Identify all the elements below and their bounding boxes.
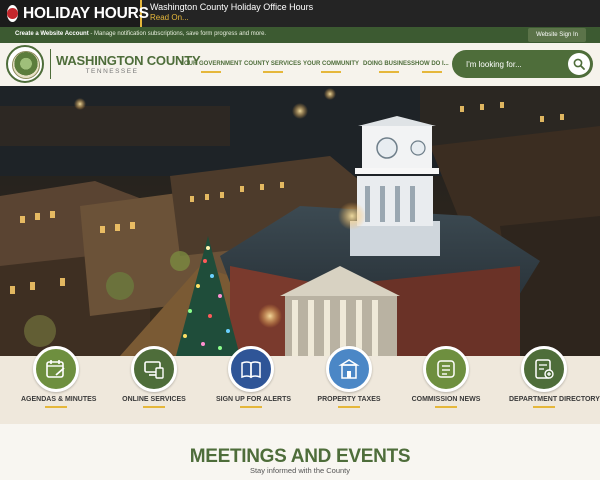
alert-heading[interactable]: HOLIDAY HOURS [0,0,149,27]
quick-link-underline [533,406,555,408]
online-services-icon [131,346,177,392]
hero-image [0,86,600,356]
search-button[interactable] [568,53,590,75]
quick-link-online-services[interactable]: ONLINE SERVICES [119,346,189,408]
quick-link-underline [240,406,262,408]
quick-link-underline [45,406,67,408]
building-icon [326,346,372,392]
meetings-subtitle: Stay informed with the County [249,466,351,475]
logo-state: TENNESSEE [85,68,139,75]
alert-dot-icon [7,5,18,22]
search-icon [573,58,585,70]
quick-link-commission-news[interactable]: COMMISSION NEWS [411,346,481,408]
nav-how-do-i[interactable]: HOW DO I... [415,61,449,67]
alert-bar: HOLIDAY HOURS Washington County Holiday … [0,0,600,27]
county-seal-icon[interactable] [6,45,44,83]
sign-in-button[interactable]: Website Sign In [528,28,586,42]
logo-name[interactable]: WASHINGTON COUNTY [56,53,201,68]
courthouse-night-photo [0,86,600,356]
quick-link-underline [143,406,165,408]
quick-link-underline [338,406,360,408]
calendar-edit-icon [33,346,79,392]
quick-link-department-directory[interactable]: DEPARTMENT DIRECTORY [509,346,600,408]
nav-your-government[interactable]: YOUR GOVERNMENT [180,61,242,67]
account-description: - Manage notification subscriptions, sav… [88,31,267,37]
nav-your-community[interactable]: YOUR COMMUNITY [303,61,359,67]
meetings-section: MEETINGS AND EVENTS Stay informed with t… [0,424,600,480]
alert-read-on-link[interactable]: Read On... [150,13,313,22]
quick-link-label: DEPARTMENT DIRECTORY [509,396,600,403]
quick-link-label: PROPERTY TAXES [317,396,381,403]
create-account-link[interactable]: Create a Website Account [15,31,89,37]
news-icon [423,346,469,392]
search-bar [452,50,593,78]
quick-link-label: COMMISSION NEWS [411,396,481,403]
quick-link-underline [435,406,457,408]
alert-title: HOLIDAY HOURS [23,4,149,22]
quick-link-label: SIGN UP FOR ALERTS [216,396,292,403]
nav-county-services[interactable]: COUNTY SERVICES [244,61,301,67]
account-message: Create a Website Account - Manage notifi… [15,31,266,37]
quick-link-property-taxes[interactable]: PROPERTY TAXES [314,346,384,408]
quick-link-agendas[interactable]: AGENDAS & MINUTES [21,346,97,408]
logo-divider [50,49,51,79]
meetings-title: MEETINGS AND EVENTS [189,446,411,467]
nav-doing-business[interactable]: DOING BUSINESS [363,61,415,67]
book-icon [228,346,274,392]
quick-link-label: ONLINE SERVICES [122,396,186,403]
account-bar: Create a Website Account - Manage notifi… [0,27,600,43]
quick-link-alerts[interactable]: SIGN UP FOR ALERTS [216,346,292,408]
quick-link-label: AGENDAS & MINUTES [21,396,97,403]
directory-icon [521,346,567,392]
search-input[interactable] [466,57,566,71]
alert-message: Washington County Holiday Office Hours [150,2,314,12]
